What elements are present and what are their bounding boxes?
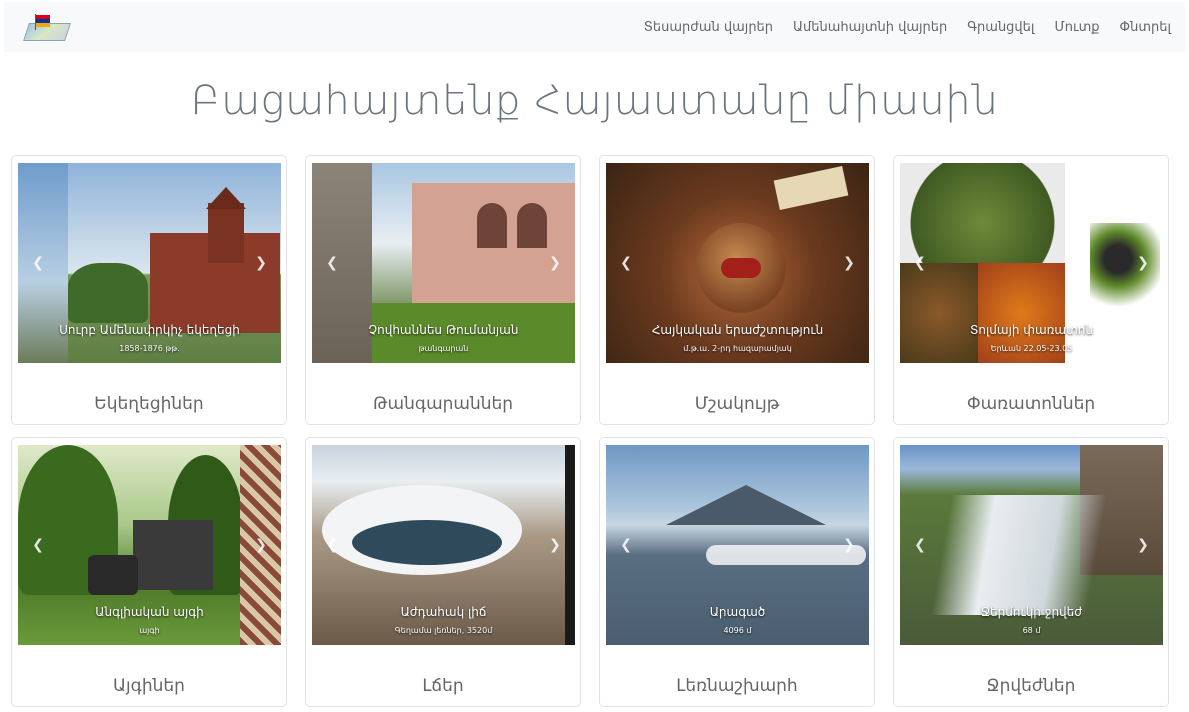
slide-caption-subtitle: Երևան 22.05-23.05 bbox=[990, 344, 1073, 353]
slide-caption-title: Աժդահակ լիճ bbox=[400, 605, 487, 619]
card-label: Փառատոններ bbox=[966, 394, 1096, 414]
museum-arch-1 bbox=[477, 203, 507, 248]
chevron-right-icon[interactable]: ❯ bbox=[841, 253, 857, 273]
open-book bbox=[773, 166, 849, 210]
category-card-museums[interactable]: ❮ ❯ Չովհաննես Թումանյան թանգարան Թանգարա… bbox=[305, 155, 581, 425]
category-card-gardens[interactable]: ❮ ❯ Անգլիական այգի այգի Այգիներ bbox=[11, 437, 287, 707]
church-dome bbox=[206, 187, 246, 209]
chevron-right-icon[interactable]: ❯ bbox=[253, 535, 269, 555]
slide-caption-subtitle: 1858-1876 թթ. bbox=[119, 344, 180, 353]
card-label: Թանգարաններ bbox=[372, 394, 514, 414]
slide-caption-subtitle: թանգարան bbox=[418, 344, 469, 353]
slide-caption-subtitle: Գեղամա լեռներ, 3520մ bbox=[394, 626, 493, 635]
nav-link-sights[interactable]: Տեսարժան վայրեր bbox=[644, 20, 773, 35]
nav-link-login[interactable]: Մուտք bbox=[1054, 20, 1099, 35]
chevron-right-icon[interactable]: ❯ bbox=[547, 535, 563, 555]
waterfall bbox=[930, 495, 1130, 615]
nav-link-popular[interactable]: Ամենահայտնի վայրեր bbox=[793, 20, 947, 35]
slide-caption-title: Տոլմայի փառատոն bbox=[969, 323, 1094, 337]
slide-caption-title: Չովհաննես Թումանյան bbox=[368, 323, 519, 337]
chevron-left-icon[interactable]: ❮ bbox=[30, 253, 46, 273]
slide-caption-title: Հայկական երաժշտություն bbox=[651, 323, 824, 337]
card-label: Լեռնաշխարհ bbox=[676, 676, 798, 696]
dolma-rolls bbox=[900, 163, 1065, 263]
carousel[interactable]: ❮ ❯ Տոլմայի փառատոն Երևան 22.05-23.05 bbox=[900, 163, 1163, 363]
card-label: Ջրվեժներ bbox=[986, 676, 1076, 696]
carousel[interactable]: ❮ ❯ Չովհաննես Թումանյան թանգարան bbox=[312, 163, 575, 363]
category-grid: ❮ ❯ Սուրբ Ամենափրկիչ եկեղեցի 1858-1876 թ… bbox=[11, 155, 1171, 707]
category-card-festivals[interactable]: ❮ ❯ Տոլմայի փառատոն Երևան 22.05-23.05 Փա… bbox=[893, 155, 1169, 425]
chevron-right-icon[interactable]: ❯ bbox=[547, 253, 563, 273]
nav-link-register[interactable]: Գրանցվել bbox=[967, 20, 1034, 35]
chevron-right-icon[interactable]: ❯ bbox=[1135, 253, 1151, 273]
page-title: Բացահայտենք Հայաստանը միասին bbox=[190, 78, 999, 124]
category-card-mountains[interactable]: ❮ ❯ Արագած 4096 մ Լեռնաշխարհ bbox=[599, 437, 875, 707]
chevron-right-icon[interactable]: ❯ bbox=[1135, 535, 1151, 555]
chevron-left-icon[interactable]: ❮ bbox=[618, 535, 634, 555]
carousel[interactable]: ❮ ❯ Ջերմուկի ջրվեժ 68 մ bbox=[900, 445, 1163, 645]
card-label: Մշակույթ bbox=[694, 394, 780, 414]
carousel[interactable]: ❮ ❯ Անգլիական այգի այգի bbox=[18, 445, 281, 645]
card-label: Այգիներ bbox=[113, 676, 185, 696]
card-label: Եկեղեցիներ bbox=[94, 394, 204, 414]
chevron-left-icon[interactable]: ❮ bbox=[912, 535, 928, 555]
navbar: Տեսարժան վայրեր Ամենահայտնի վայրեր Գրանց… bbox=[4, 2, 1185, 52]
carousel[interactable]: ❮ ❯ Հայկական երաժշտություն մ.թ.ա. 2-րդ հ… bbox=[606, 163, 869, 363]
slide-caption-title: Սուրբ Ամենափրկիչ եկեղեցի bbox=[59, 323, 240, 337]
slide-caption-title: Արագած bbox=[709, 605, 766, 619]
logo-icon[interactable] bbox=[23, 9, 71, 45]
carousel[interactable]: ❮ ❯ Արագած 4096 մ bbox=[606, 445, 869, 645]
chevron-left-icon[interactable]: ❮ bbox=[30, 535, 46, 555]
chevron-left-icon[interactable]: ❮ bbox=[324, 535, 340, 555]
chevron-left-icon[interactable]: ❮ bbox=[324, 253, 340, 273]
slide-caption-subtitle: այգի bbox=[139, 626, 160, 635]
chevron-left-icon[interactable]: ❮ bbox=[912, 253, 928, 273]
category-card-waterfalls[interactable]: ❮ ❯ Ջերմուկի ջրվեժ 68 մ Ջրվեժներ bbox=[893, 437, 1169, 707]
armenian-flag bbox=[36, 15, 50, 27]
mountain-peak bbox=[666, 485, 826, 525]
chevron-left-icon[interactable]: ❮ bbox=[618, 253, 634, 273]
slide-caption-title: Ջերմուկի ջրվեժ bbox=[980, 605, 1083, 619]
carousel[interactable]: ❮ ❯ Սուրբ Ամենափրկիչ եկեղեցի 1858-1876 թ… bbox=[18, 163, 281, 363]
nav-links: Տեսարժան վայրեր Ամենահայտնի վայրեր Գրանց… bbox=[644, 20, 1171, 35]
slide-caption-subtitle: մ.թ.ա. 2-րդ հազարամյակ bbox=[683, 344, 792, 353]
card-label: Լճեր bbox=[422, 676, 464, 696]
nav-link-search[interactable]: Փնտրել bbox=[1120, 20, 1171, 35]
chevron-right-icon[interactable]: ❯ bbox=[253, 253, 269, 273]
church-tower bbox=[208, 203, 244, 263]
category-card-churches[interactable]: ❮ ❯ Սուրբ Ամենափրկիչ եկեղեցի 1858-1876 թ… bbox=[11, 155, 287, 425]
slide-caption-subtitle: 68 մ bbox=[1022, 626, 1041, 635]
carousel[interactable]: ❮ ❯ Աժդահակ լիճ Գեղամա լեռներ, 3520մ bbox=[312, 445, 575, 645]
glass-building bbox=[133, 520, 213, 590]
chevron-right-icon[interactable]: ❯ bbox=[841, 535, 857, 555]
pomegranates bbox=[721, 258, 761, 278]
lake-water bbox=[352, 520, 502, 565]
museum-arch-2 bbox=[517, 203, 547, 248]
fountain bbox=[88, 555, 138, 595]
category-card-culture[interactable]: ❮ ❯ Հայկական երաժշտություն մ.թ.ա. 2-րդ հ… bbox=[599, 155, 875, 425]
category-card-lakes[interactable]: ❮ ❯ Աժդահակ լիճ Գեղամա լեռներ, 3520մ Լճե… bbox=[305, 437, 581, 707]
trees bbox=[68, 263, 148, 323]
slide-caption-subtitle: 4096 մ bbox=[723, 626, 752, 635]
slide-caption-title: Անգլիական այգի bbox=[95, 605, 204, 619]
